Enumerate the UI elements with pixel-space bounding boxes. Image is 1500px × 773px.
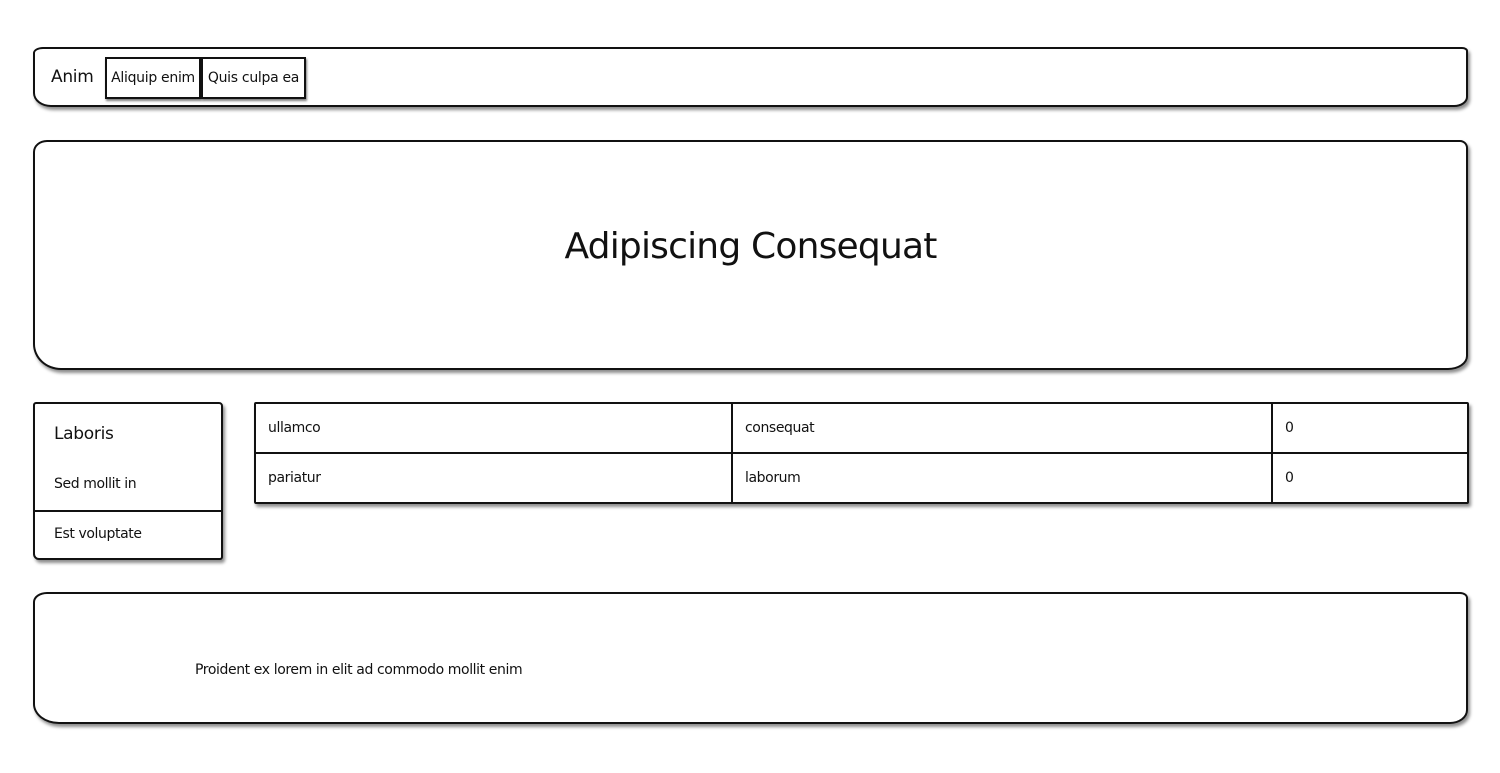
table-cell: consequat: [731, 404, 1273, 454]
sidebar-item-est-voluptate[interactable]: Est voluptate: [35, 526, 221, 542]
sidebar-heading: Laboris: [54, 424, 114, 444]
data-table: ullamco consequat 0 pariatur laborum 0: [254, 402, 1469, 504]
top-navbar: Anim Aliquip enim Quis culpa ea: [33, 47, 1468, 107]
table-cell: 0: [1271, 452, 1467, 502]
table-cell: 0: [1271, 404, 1467, 454]
table-row: ullamco consequat 0: [256, 404, 1467, 454]
hero-banner: Adipiscing Consequat: [33, 140, 1468, 370]
sidebar-item-sed-mollit-in[interactable]: Sed mollit in: [35, 476, 221, 512]
table-cell: laborum: [731, 452, 1273, 502]
hero-title: Adipiscing Consequat: [564, 226, 937, 267]
table-cell: ullamco: [256, 404, 733, 454]
nav-button-aliquip-enim[interactable]: Aliquip enim: [105, 57, 201, 99]
sidebar: Laboris Sed mollit in Est voluptate: [33, 402, 223, 560]
brand-label: Anim: [51, 67, 94, 87]
footer-text: Proident ex lorem in elit ad commodo mol…: [195, 662, 523, 678]
footer: Proident ex lorem in elit ad commodo mol…: [33, 592, 1468, 724]
table-row: pariatur laborum 0: [256, 452, 1467, 502]
nav-button-quis-culpa-ea[interactable]: Quis culpa ea: [201, 57, 306, 99]
table-cell: pariatur: [256, 452, 733, 502]
